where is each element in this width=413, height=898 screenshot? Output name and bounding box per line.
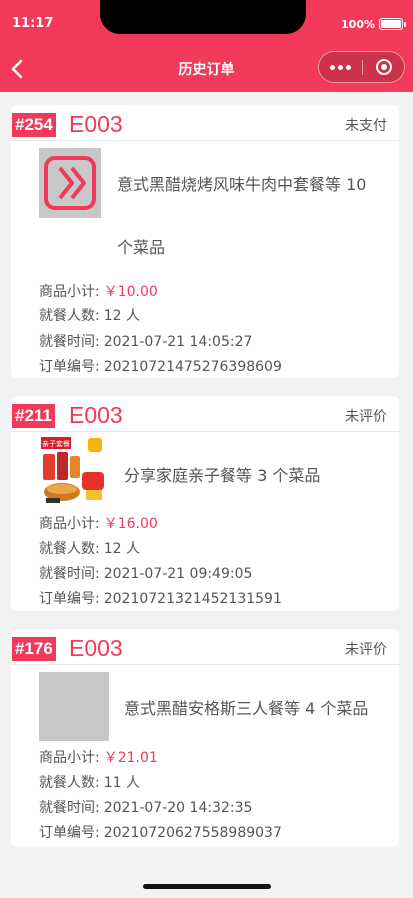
- dine-time-label: 就餐时间:: [39, 800, 100, 816]
- order-card-header: #254 E003 未支付: [11, 105, 399, 141]
- order-number-row: 订单编号: 20210721475276398609: [39, 356, 282, 376]
- dine-time-value: 2021-07-21 14:05:27: [103, 334, 253, 350]
- image-placeholder: [39, 672, 109, 741]
- order-status: 未支付: [345, 118, 387, 134]
- dine-time-value: 2021-07-20 14:32:35: [103, 800, 253, 816]
- more-menu-icon[interactable]: [319, 52, 362, 82]
- meal-sticker-text: 亲子套餐: [42, 439, 70, 448]
- order-card-header: #176 E003 未评价: [11, 629, 399, 665]
- table-number-badge: #176: [12, 637, 56, 661]
- status-bar: 11:17 100%: [0, 0, 413, 46]
- people-row: 就餐人数: 12 人: [39, 305, 140, 325]
- people-value: 12 人: [103, 541, 140, 557]
- dish-summary: 意式黑醋安格斯三人餐等 4 个菜品: [124, 699, 369, 718]
- dish-summary-continued: 个菜品: [117, 238, 166, 257]
- order-number-value: 20210721475276398609: [103, 359, 282, 375]
- device-notch: [100, 0, 306, 34]
- subtotal-value: ￥21.01: [103, 750, 158, 766]
- dine-time-label: 就餐时间:: [39, 334, 100, 350]
- dish-summary: 分享家庭亲子餐等 3 个菜品: [124, 466, 321, 485]
- order-number-row: 订单编号: 20210721321452131591: [39, 588, 282, 608]
- nav-bar: 历史订单: [0, 46, 413, 92]
- order-number-row: 订单编号: 20210720627558989037: [39, 822, 282, 842]
- subtotal-row: 商品小计: ￥21.01: [39, 747, 158, 767]
- order-status: 未评价: [345, 409, 387, 425]
- battery-cap: [404, 22, 406, 27]
- order-card[interactable]: #254 E003 未支付 意式黑醋烧烤风味牛肉中套餐等 10 个菜品 商品小计…: [11, 105, 399, 378]
- order-card-header: #211 E003 未评价: [11, 396, 399, 432]
- people-label: 就餐人数:: [39, 541, 100, 557]
- order-card[interactable]: #176 E003 未评价 意式黑醋安格斯三人餐等 4 个菜品 商品小计: ￥21…: [11, 629, 399, 847]
- family-meal-photo: 亲子套餐: [38, 434, 110, 506]
- order-number-label: 订单编号:: [39, 359, 100, 375]
- battery-icon: [379, 18, 403, 30]
- people-value: 11 人: [103, 775, 140, 791]
- home-indicator[interactable]: [143, 884, 271, 889]
- subtotal-label: 商品小计:: [39, 516, 100, 532]
- miniprogram-capsule: [318, 51, 405, 83]
- subtotal-label: 商品小计:: [39, 750, 100, 766]
- people-label: 就餐人数:: [39, 308, 100, 324]
- battery-percent: 100%: [341, 18, 375, 31]
- dine-time-row: 就餐时间: 2021-07-21 14:05:27: [39, 331, 252, 351]
- order-status: 未评价: [345, 642, 387, 658]
- table-code: E003: [69, 635, 123, 661]
- close-miniprogram-icon[interactable]: [363, 52, 405, 82]
- table-code: E003: [69, 111, 123, 137]
- dish-summary: 意式黑醋烧烤风味牛肉中套餐等 10: [117, 175, 367, 194]
- dine-time-value: 2021-07-21 09:49:05: [103, 566, 253, 582]
- people-row: 就餐人数: 11 人: [39, 772, 140, 792]
- subtotal-row: 商品小计: ￥10.00: [39, 281, 158, 301]
- order-number-label: 订单编号:: [39, 825, 100, 841]
- order-card[interactable]: #211 E003 未评价 亲子套餐 分享家庭亲子餐等 3 个菜品 商品小计: ￥…: [11, 396, 399, 611]
- status-time: 11:17: [12, 16, 54, 31]
- people-label: 就餐人数:: [39, 775, 100, 791]
- subtotal-row: 商品小计: ￥16.00: [39, 513, 158, 533]
- table-number-badge: #211: [12, 404, 55, 428]
- table-code: E003: [69, 402, 123, 428]
- subtotal-label: 商品小计:: [39, 284, 100, 300]
- dine-time-label: 就餐时间:: [39, 566, 100, 582]
- people-value: 12 人: [103, 308, 140, 324]
- subtotal-value: ￥16.00: [103, 516, 158, 532]
- order-number-value: 20210720627558989037: [103, 825, 282, 841]
- dine-time-row: 就餐时间: 2021-07-21 09:49:05: [39, 563, 252, 583]
- dine-time-row: 就餐时间: 2021-07-20 14:32:35: [39, 797, 252, 817]
- people-row: 就餐人数: 12 人: [39, 538, 140, 558]
- table-number-badge: #254: [12, 113, 56, 137]
- restaurant-logo-icon: [39, 148, 101, 218]
- order-number-value: 20210721321452131591: [103, 591, 282, 607]
- subtotal-value: ￥10.00: [103, 284, 158, 300]
- order-number-label: 订单编号:: [39, 591, 100, 607]
